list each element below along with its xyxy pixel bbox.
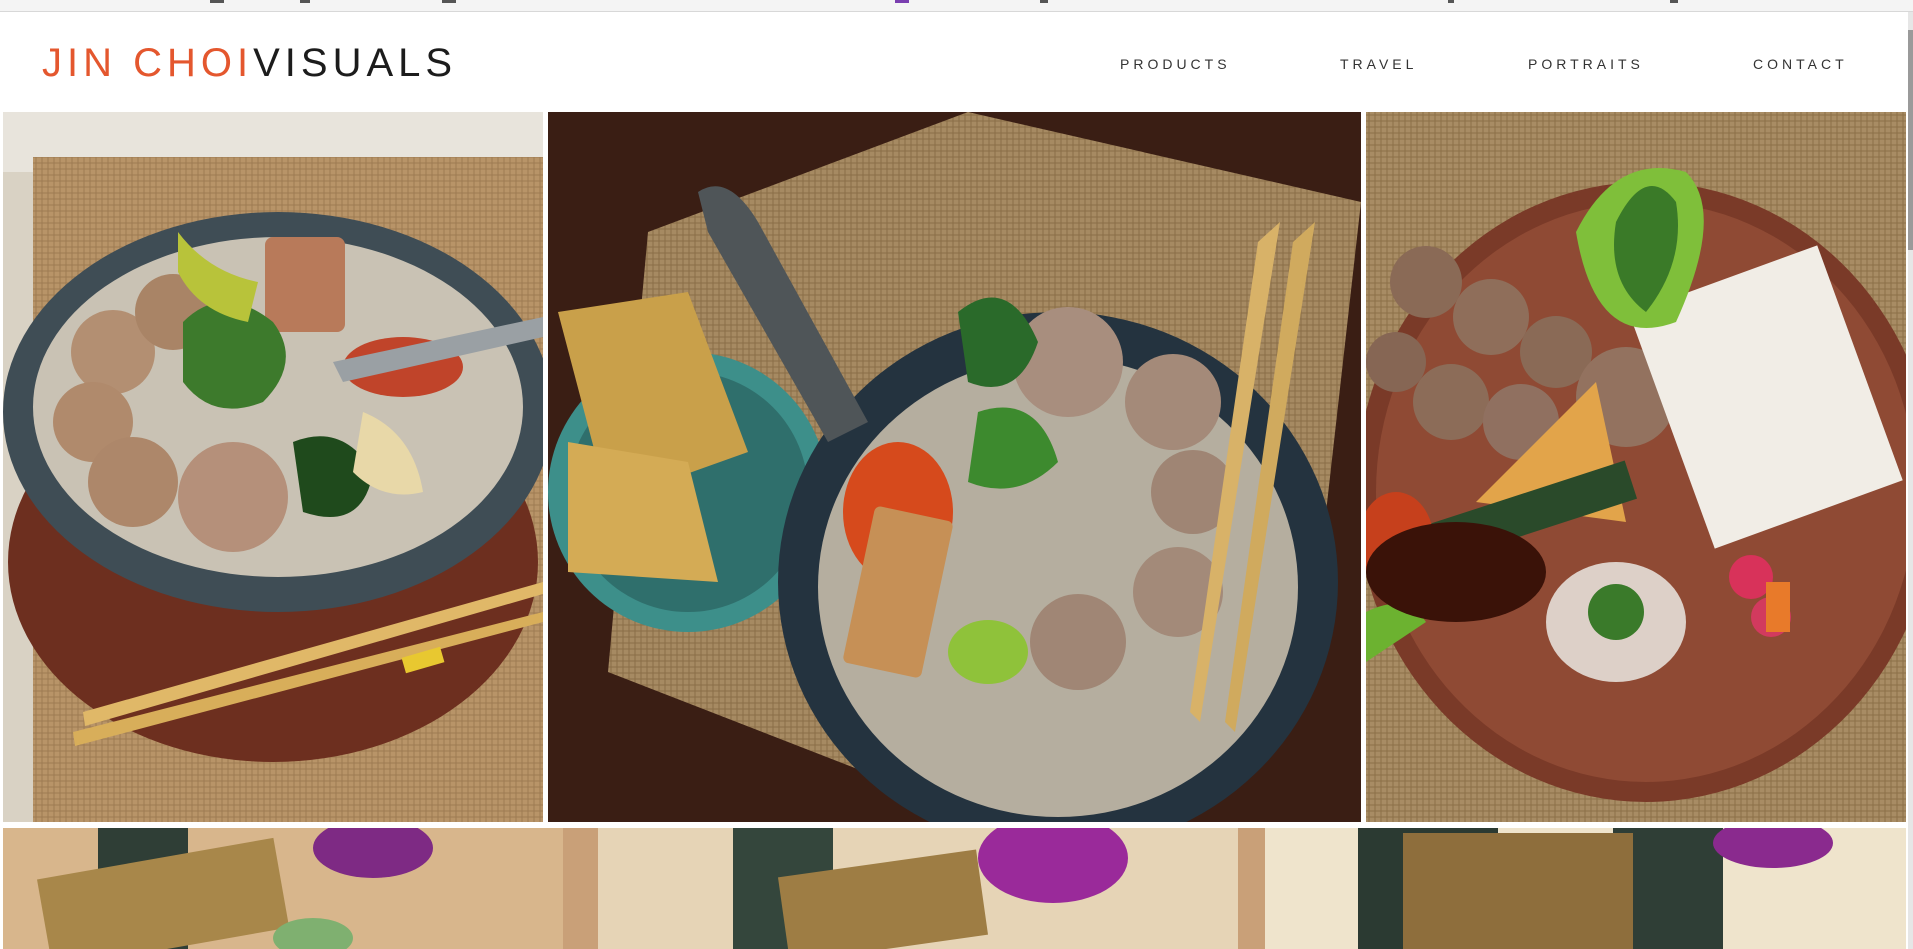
gallery-photo-meatball-plate[interactable] [1366,112,1906,822]
nav-contact[interactable]: CONTACT [1753,56,1848,72]
gallery-photo-soup-spoon[interactable] [548,112,1361,822]
nav-portraits[interactable]: PORTRAITS [1528,56,1644,72]
browser-top-strip [0,0,1913,12]
photo-illustration [1366,112,1906,822]
site-header: JIN CHOIVISUALS PRODUCTS TRAVEL PORTRAIT… [0,12,1913,112]
photo-illustration [3,828,1906,949]
strip-fragment [442,0,456,3]
strip-fragment [1040,0,1048,3]
gallery-photo-layer-cake[interactable] [3,828,1906,949]
nav-products[interactable]: PRODUCTS [1120,56,1231,72]
strip-fragment [210,0,224,3]
main-nav: PRODUCTS TRAVEL PORTRAITS CONTACT [0,56,1913,76]
strip-fragment [895,0,909,3]
strip-fragment [1670,0,1678,3]
photo-illustration [3,112,543,822]
scrollbar-thumb[interactable] [1908,30,1913,250]
strip-fragment [1448,0,1454,3]
page-scrollbar[interactable] [1908,12,1913,949]
photo-illustration [548,112,1361,822]
nav-travel[interactable]: TRAVEL [1340,56,1417,72]
gallery-photo-soup-chopsticks[interactable] [3,112,543,822]
strip-fragment [300,0,310,3]
